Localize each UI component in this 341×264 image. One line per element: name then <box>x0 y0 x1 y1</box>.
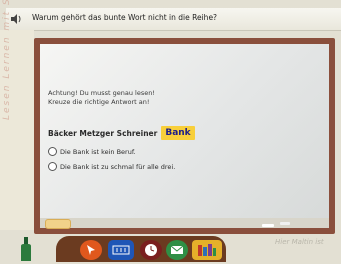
mail-button[interactable] <box>166 240 188 260</box>
clock-icon <box>145 244 157 256</box>
numbers-icon <box>112 245 130 255</box>
books-button[interactable] <box>192 240 222 260</box>
word-row: Bäcker Metzger Schreiner Bank <box>48 126 195 140</box>
bottle-icon <box>21 237 31 261</box>
word-series: Bäcker Metzger Schreiner <box>48 128 158 138</box>
answer-option-1[interactable]: Die Bank ist kein Beruf. <box>48 147 136 156</box>
sponge-icon <box>45 219 71 229</box>
side-paper: Lesen Lernen mit Spaß <box>0 0 34 230</box>
instruction-line-1: Achtung! Du musst genau lesen! <box>48 89 155 97</box>
odd-word: Bank <box>161 126 195 140</box>
question-bar: Warum gehört das bunte Wort nicht in die… <box>6 8 341 31</box>
instruction-line-2: Kreuze die richtige Antwort an! <box>48 98 150 106</box>
cursor-button[interactable] <box>80 240 102 260</box>
handwriting-decoration: Lesen Lernen mit Spaß <box>2 0 12 120</box>
radio-button[interactable] <box>48 162 57 171</box>
books-icon <box>198 244 216 256</box>
answer-option-label: Die Bank ist zu schmal für alle drei. <box>60 162 176 171</box>
app-window: Warum gehört das bunte Wort nicht in die… <box>0 0 341 264</box>
mail-icon <box>170 245 184 254</box>
answer-option-2[interactable]: Die Bank ist zu schmal für alle drei. <box>48 162 175 171</box>
radio-button[interactable] <box>48 147 57 156</box>
cursor-icon <box>87 245 95 255</box>
chalk-icon <box>262 224 274 227</box>
corner-note: Hier Maltin ist <box>275 238 324 246</box>
clock-button[interactable] <box>140 240 162 260</box>
numbers-button[interactable] <box>108 240 134 260</box>
answer-option-label: Die Bank ist kein Beruf. <box>60 147 136 156</box>
question-text: Warum gehört das bunte Wort nicht in die… <box>32 13 218 22</box>
chalk-icon-2 <box>280 222 290 225</box>
